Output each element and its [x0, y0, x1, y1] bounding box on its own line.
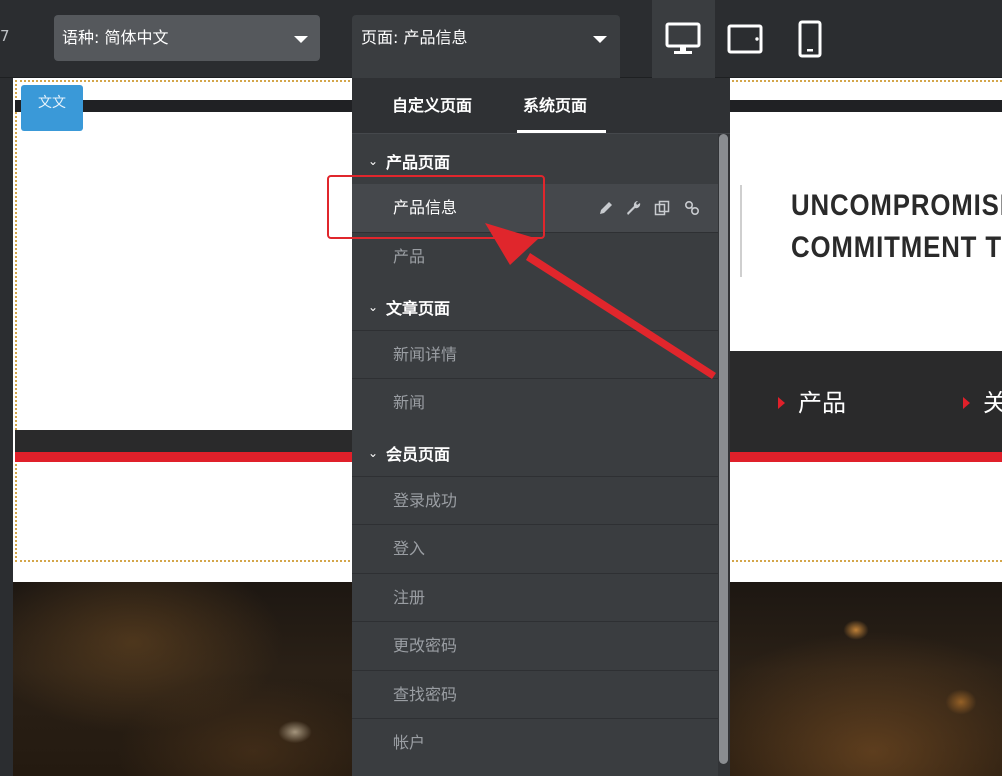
chevron-down-icon[interactable] [593, 36, 607, 43]
tab-system-pages[interactable]: 系统页面 [523, 96, 587, 116]
mobile-icon[interactable] [796, 20, 824, 58]
scrollbar-thumb[interactable] [719, 134, 728, 764]
language-label-text: 语种: [62, 28, 100, 47]
tab-custom-pages[interactable]: 自定义页面 [392, 96, 472, 116]
list-item-account[interactable]: 帐户 [352, 718, 718, 766]
caret-right-icon [963, 397, 970, 409]
nav-bar [15, 430, 355, 452]
page-label-text: 页面: [361, 28, 399, 47]
group-title: 会员页面 [386, 445, 451, 464]
left-edge-glyph: 7 [0, 27, 10, 45]
page-select-label: 页面: 产品信息 [361, 28, 468, 48]
desktop-icon[interactable] [664, 22, 702, 56]
list-item-news[interactable]: 新闻 [352, 378, 718, 426]
language-value: 简体中文 [104, 28, 169, 47]
list-item-find-password[interactable]: 查找密码 [352, 670, 718, 718]
list-item-label: 新闻详情 [393, 345, 458, 364]
list-item-label: 产品 [393, 247, 426, 266]
chevron-down-icon[interactable] [294, 36, 308, 43]
link-icon[interactable] [684, 200, 700, 216]
tagline-line: UNCOMPROMISI [791, 189, 1002, 222]
list-item-label: 登入 [393, 539, 426, 558]
list-item-register[interactable]: 注册 [352, 573, 718, 621]
chevron-down-icon: ⌄ [368, 154, 379, 168]
pencil-icon[interactable] [598, 200, 614, 216]
list-item-label: 注册 [393, 588, 426, 607]
list-item-change-password[interactable]: 更改密码 [352, 621, 718, 669]
copy-icon[interactable] [654, 200, 670, 216]
group-title: 产品页面 [386, 153, 451, 172]
tagline-divider [740, 185, 742, 277]
nav-accent-stripe [15, 452, 355, 462]
list-item-login[interactable]: 登入 [352, 524, 718, 572]
annotation-arrow-icon [485, 223, 716, 379]
page-value: 产品信息 [403, 28, 468, 47]
nav-accent-stripe [730, 452, 1002, 462]
list-item-label: 帐户 [393, 733, 426, 752]
list-item-label: 新闻 [393, 393, 426, 412]
tagline-line: COMMITMENT TO [791, 231, 1002, 264]
group-title: 文章页面 [386, 299, 451, 318]
nav-bar [730, 351, 1002, 452]
language-select-label: 语种: 简体中文 [62, 28, 169, 48]
language-badge-text: 文文 [38, 95, 66, 111]
chevron-down-icon: ⌄ [368, 300, 379, 314]
active-tab-indicator [517, 130, 606, 133]
header-top-bar [730, 100, 1002, 112]
wrench-icon[interactable] [625, 200, 641, 216]
list-item-label: 登录成功 [393, 491, 458, 510]
caret-right-icon [778, 397, 785, 409]
group-header-member[interactable]: ⌄ 会员页面 [352, 432, 718, 478]
nav-item[interactable]: 产品 [798, 389, 846, 417]
canvas-gutter [0, 78, 13, 776]
list-item-label: 查找密码 [393, 685, 458, 704]
list-item-label: 更改密码 [393, 636, 458, 655]
chevron-down-icon: ⌄ [368, 446, 379, 460]
list-item-login-success[interactable]: 登录成功 [352, 476, 718, 524]
tablet-icon[interactable] [726, 23, 764, 55]
nav-item[interactable]: 关 [983, 389, 1002, 417]
